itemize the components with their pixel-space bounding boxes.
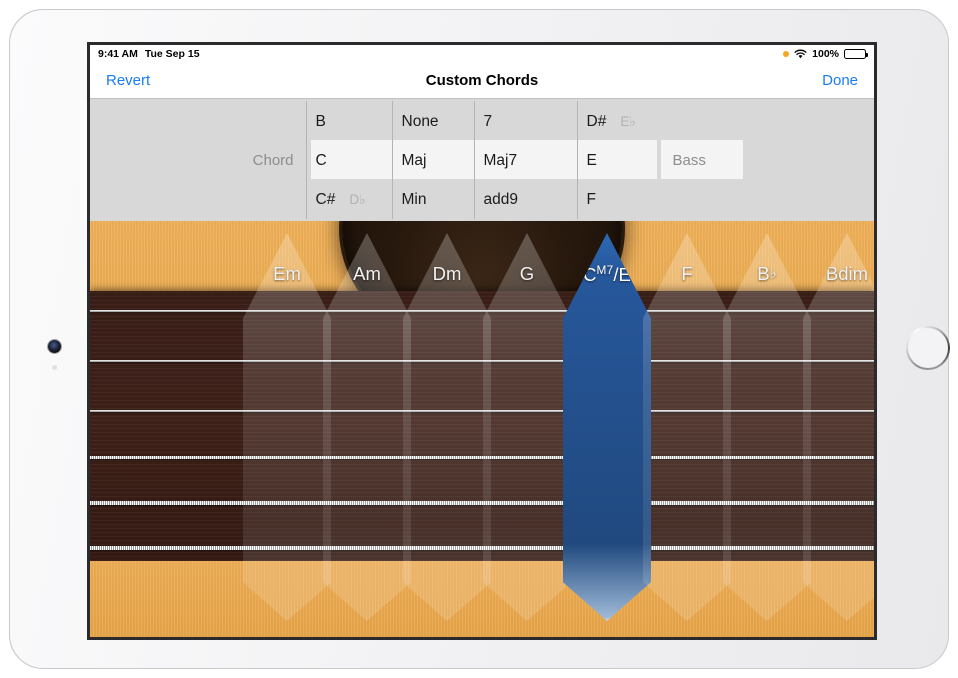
status-date: Tue Sep 15 bbox=[145, 48, 200, 60]
status-bar: 9:41 AM Tue Sep 15 100% bbox=[90, 45, 874, 63]
picker-item-extension-1[interactable]: Maj7 bbox=[484, 141, 558, 180]
picker-item-extension-2[interactable]: add9 bbox=[484, 180, 558, 219]
ipad-device-frame: 9:41 AM Tue Sep 15 100% bbox=[9, 9, 949, 669]
chord-strip-dm[interactable]: Dm bbox=[403, 233, 491, 621]
chord-strip-label: F bbox=[681, 263, 692, 621]
picker-item-root-2[interactable]: C# D♭ bbox=[316, 180, 392, 219]
picker-value: E bbox=[587, 141, 597, 180]
picker-item-quality-2[interactable]: Min bbox=[402, 180, 474, 219]
home-button[interactable] bbox=[906, 326, 950, 370]
chord-section-label: Chord bbox=[194, 152, 306, 169]
chord-strip-label: Em bbox=[273, 263, 301, 621]
chord-strip-label: CM7/E bbox=[583, 263, 631, 621]
chord-strip-label: B♭ bbox=[757, 263, 777, 621]
chord-strip-f[interactable]: F bbox=[643, 233, 731, 621]
picker-item-bass-2[interactable]: F bbox=[587, 180, 659, 219]
picker-column-bass[interactable]: D# E♭ E F bbox=[577, 101, 659, 219]
chord-strip-label: Bdim bbox=[826, 263, 868, 621]
chord-strip-am[interactable]: Am bbox=[323, 233, 411, 621]
ipad-screen: 9:41 AM Tue Sep 15 100% bbox=[87, 42, 877, 640]
front-camera-icon bbox=[48, 340, 61, 353]
picker-value: Maj7 bbox=[484, 141, 518, 180]
picker-item-quality-1[interactable]: Maj bbox=[402, 141, 474, 180]
chord-strip-bdim[interactable]: Bdim bbox=[803, 233, 874, 621]
chord-strip-em[interactable]: Em bbox=[243, 233, 331, 621]
picker-value: F bbox=[587, 180, 596, 219]
guitar-instrument-view: EmAmDmG CM7/E FB♭ Bdim bbox=[90, 221, 874, 637]
chord-strip-label: Dm bbox=[433, 263, 462, 621]
chord-strip-label: G bbox=[520, 263, 534, 621]
picker-value: C# bbox=[316, 180, 336, 219]
picker-item-root-0[interactable]: B bbox=[316, 102, 392, 141]
status-time: 9:41 AM bbox=[98, 48, 138, 60]
picker-enharmonic: E♭ bbox=[620, 102, 635, 141]
wifi-icon bbox=[794, 49, 807, 59]
page-title: Custom Chords bbox=[90, 72, 874, 89]
chord-strip-cm7-e[interactable]: CM7/E bbox=[563, 233, 651, 621]
ambient-light-sensor-icon bbox=[52, 365, 57, 370]
picker-item-extension-0[interactable]: 7 bbox=[484, 102, 558, 141]
orange-dot-icon bbox=[783, 51, 789, 57]
picker-value: C bbox=[316, 141, 327, 180]
picker-column-quality[interactable]: None Maj Min bbox=[392, 101, 474, 219]
picker-column-root[interactable]: B C C# D♭ bbox=[306, 101, 392, 219]
bass-section-label: Bass bbox=[659, 152, 771, 169]
chord-strip-bb[interactable]: B♭ bbox=[723, 233, 811, 621]
picker-column-extension[interactable]: 7 Maj7 add9 bbox=[474, 101, 558, 219]
status-bar-left: 9:41 AM Tue Sep 15 bbox=[98, 48, 200, 60]
battery-icon bbox=[844, 49, 866, 59]
picker-item-bass-1[interactable]: E bbox=[587, 141, 659, 180]
revert-button[interactable]: Revert bbox=[106, 72, 150, 89]
picker-value: None bbox=[402, 102, 439, 141]
picker-value: B bbox=[316, 102, 326, 141]
navigation-bar: Revert Custom Chords Done bbox=[90, 63, 874, 99]
picker-value: D# bbox=[587, 102, 607, 141]
battery-percent-label: 100% bbox=[812, 48, 839, 60]
picker-enharmonic: D♭ bbox=[349, 180, 365, 219]
chord-picker-panel: Chord B C C# D♭ None bbox=[90, 99, 874, 221]
picker-value: Min bbox=[402, 180, 427, 219]
chord-strip-label: Am bbox=[353, 263, 381, 621]
chord-strip-g[interactable]: G bbox=[483, 233, 571, 621]
picker-item-root-1[interactable]: C bbox=[316, 141, 392, 180]
status-bar-right: 100% bbox=[783, 48, 866, 60]
picker-value: Maj bbox=[402, 141, 427, 180]
picker-value: 7 bbox=[484, 102, 493, 141]
picker-item-bass-0[interactable]: D# E♭ bbox=[587, 102, 659, 141]
done-button[interactable]: Done bbox=[822, 72, 858, 89]
picker-value: add9 bbox=[484, 180, 518, 219]
picker-item-quality-0[interactable]: None bbox=[402, 102, 474, 141]
chord-strip-container: EmAmDmG CM7/E FB♭ Bdim bbox=[90, 221, 874, 637]
